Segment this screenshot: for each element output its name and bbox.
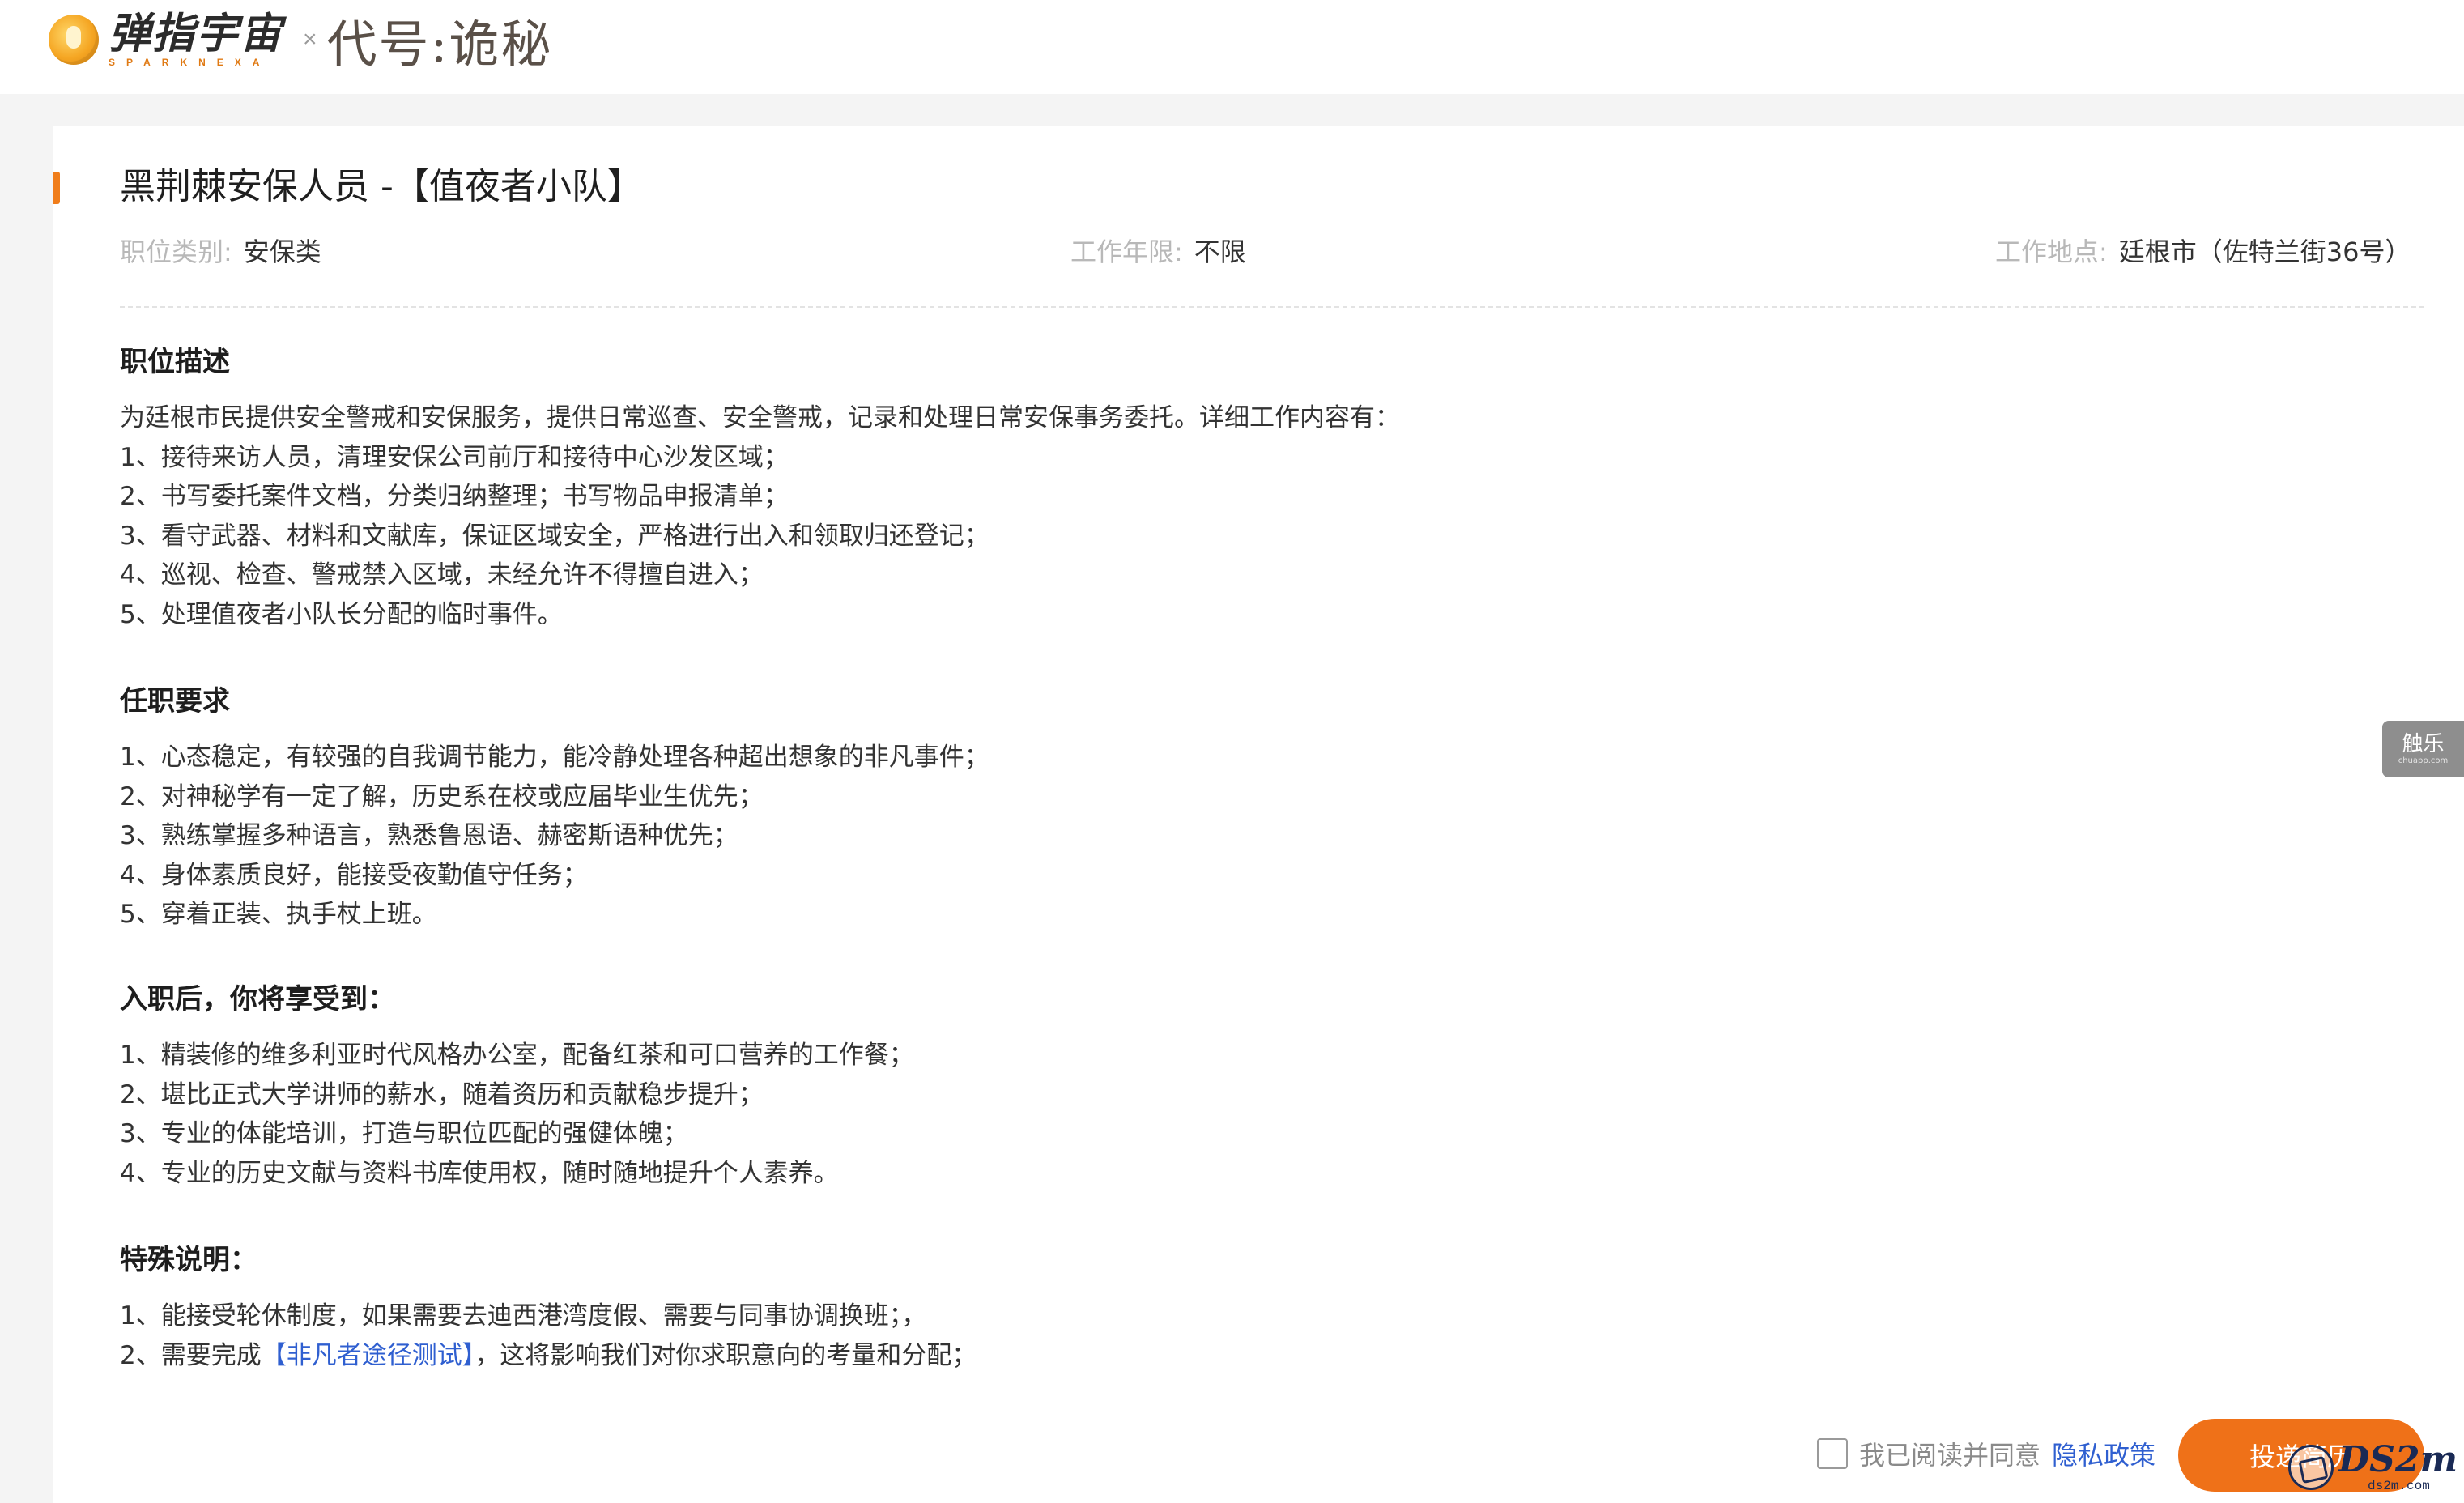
requirement-line: 1、心态稳定，有较强的自我调节能力，能冷静处理各种超出想象的非凡事件；: [120, 743, 989, 772]
note-line-prefix: 2、需要完成: [120, 1340, 262, 1370]
divider: [120, 306, 2424, 308]
job-detail-card: 黑荆棘安保人员 -【值夜者小队】 职位类别: 安保类 工作年限: 不限 工作地点: 廷…: [53, 126, 2464, 1503]
watermark-sub: ds2m.com: [2368, 1479, 2430, 1493]
watermark-main: DS2m: [2338, 1439, 2458, 1480]
job-title: 黑荆棘安保人员 -【值夜者小队】: [120, 166, 643, 207]
note-line: 1、能接受轮休制度，如果需要去迪西港湾度假、需要与同事协调换班；，: [120, 1301, 927, 1331]
side-tab-label: 触乐: [2402, 732, 2445, 756]
requirement-line: 3、熟练掌握多种语言，熟悉鲁恩语、赫密斯语种优先；: [120, 821, 738, 851]
title-accent-bar: [53, 172, 60, 204]
brand-coin-icon: [49, 15, 99, 65]
description-line: 5、处理值夜者小队长分配的临时事件。: [120, 599, 563, 629]
brand-name-cn: 弹指宇宙: [109, 10, 284, 58]
requirement-line: 2、对神秘学有一定了解，历史系在校或应届毕业生优先；: [120, 781, 764, 811]
requirement-line: 5、穿着正装、执手杖上班。: [120, 900, 437, 930]
benefit-line: 4、专业的历史文献与资料书库使用权，随时随地提升个人素养。: [120, 1158, 839, 1188]
description-line: 为廷根市民提供安全警戒和安保服务，提供日常巡查、安全警戒，记录和处理日常安保事务…: [120, 403, 1400, 432]
watermark-logo-icon: [2288, 1445, 2334, 1490]
meta-years: 工作年限: 不限: [1070, 232, 1246, 272]
section-heading: 入职后，你将享受到：: [120, 983, 395, 1015]
logo[interactable]: 弹指宇宙 SPARKNEXA × 代号:诡秘: [49, 3, 552, 76]
meta-location: 工作地点: 廷根市（佐特兰街36号）: [1995, 232, 2411, 272]
job-meta-row: 职位类别: 安保类 工作年限: 不限 工作地点: 廷根市（佐特兰街36号）: [120, 232, 2464, 272]
section-benefits: 入职后，你将享受到： 1、精装修的维多利亚时代风格办公室，配备红茶和可口营养的工…: [120, 979, 2387, 1193]
section-requirements: 任职要求 1、心态稳定，有较强的自我调节能力，能冷静处理各种超出想象的非凡事件；…: [120, 681, 2387, 935]
section-heading: 任职要求: [120, 685, 230, 717]
benefit-line: 3、专业的体能培训，打造与职位匹配的强健体魄；: [120, 1119, 688, 1149]
meta-category-label: 职位类别:: [120, 236, 232, 267]
brand-wordmark: 弹指宇宙 SPARKNEXA: [109, 11, 283, 68]
meta-category-value: 安保类: [243, 236, 321, 267]
section-heading: 特殊说明：: [120, 1244, 257, 1276]
agree-checkbox[interactable]: [1817, 1438, 1848, 1469]
section-heading: 职位描述: [120, 346, 230, 378]
side-tab-sub: chuapp.com: [2398, 756, 2449, 765]
benefit-line: 1、精装修的维多利亚时代风格办公室，配备红茶和可口营养的工作餐；: [120, 1041, 914, 1070]
meta-location-value: 廷根市（佐特兰街36号）: [2118, 236, 2411, 267]
description-line: 4、巡视、检查、警戒禁入区域，未经允许不得擅自进入；: [120, 560, 764, 590]
privacy-policy-link[interactable]: 隐私政策: [2052, 1435, 2155, 1472]
watermark: DS2m ds2m.com: [2288, 1441, 2458, 1493]
meta-years-label: 工作年限:: [1070, 236, 1183, 267]
benefit-line: 2、堪比正式大学讲师的薪水，随着资历和贡献稳步提升；: [120, 1079, 764, 1109]
brand-name-en: SPARKNEXA: [109, 57, 271, 68]
top-header: 弹指宇宙 SPARKNEXA × 代号:诡秘: [0, 0, 2464, 94]
logo-separator: ×: [303, 26, 317, 53]
agree-text: 我已阅读并同意: [1859, 1440, 2041, 1471]
description-line: 3、看守武器、材料和文献库，保证区域安全，严格进行出入和领取归还登记；: [120, 521, 989, 551]
section-description: 职位描述 为廷根市民提供安全警戒和安保服务，提供日常巡查、安全警戒，记录和处理日…: [120, 342, 2387, 635]
note-line-suffix: ，这将影响我们对你求职意向的考量和分配；: [475, 1340, 977, 1370]
requirement-line: 4、身体素质良好，能接受夜勤值守任务；: [120, 860, 588, 890]
side-floating-tab[interactable]: 触乐 chuapp.com: [2382, 721, 2464, 777]
agreement-row: 我已阅读并同意 隐私政策: [1817, 1433, 2155, 1474]
meta-category: 职位类别: 安保类: [120, 232, 321, 272]
note-line: 2、需要完成【非凡者途径测试】，这将影响我们对你求职意向的考量和分配；: [120, 1336, 2387, 1376]
description-line: 2、书写委托案件文档，分类归纳整理；书写物品申报清单；: [120, 482, 789, 512]
description-line: 1、接待来访人员，清理安保公司前厅和接待中心沙发区域；: [120, 442, 789, 472]
game-title-logo: 代号:诡秘: [326, 15, 553, 74]
section-notes: 特殊说明： 1、能接受轮休制度，如果需要去迪西港湾度假、需要与同事协调换班；， …: [120, 1240, 2387, 1375]
meta-years-value: 不限: [1194, 236, 1246, 267]
meta-location-label: 工作地点:: [1995, 236, 2108, 267]
path-test-link[interactable]: 【非凡者途径测试】: [262, 1341, 475, 1370]
